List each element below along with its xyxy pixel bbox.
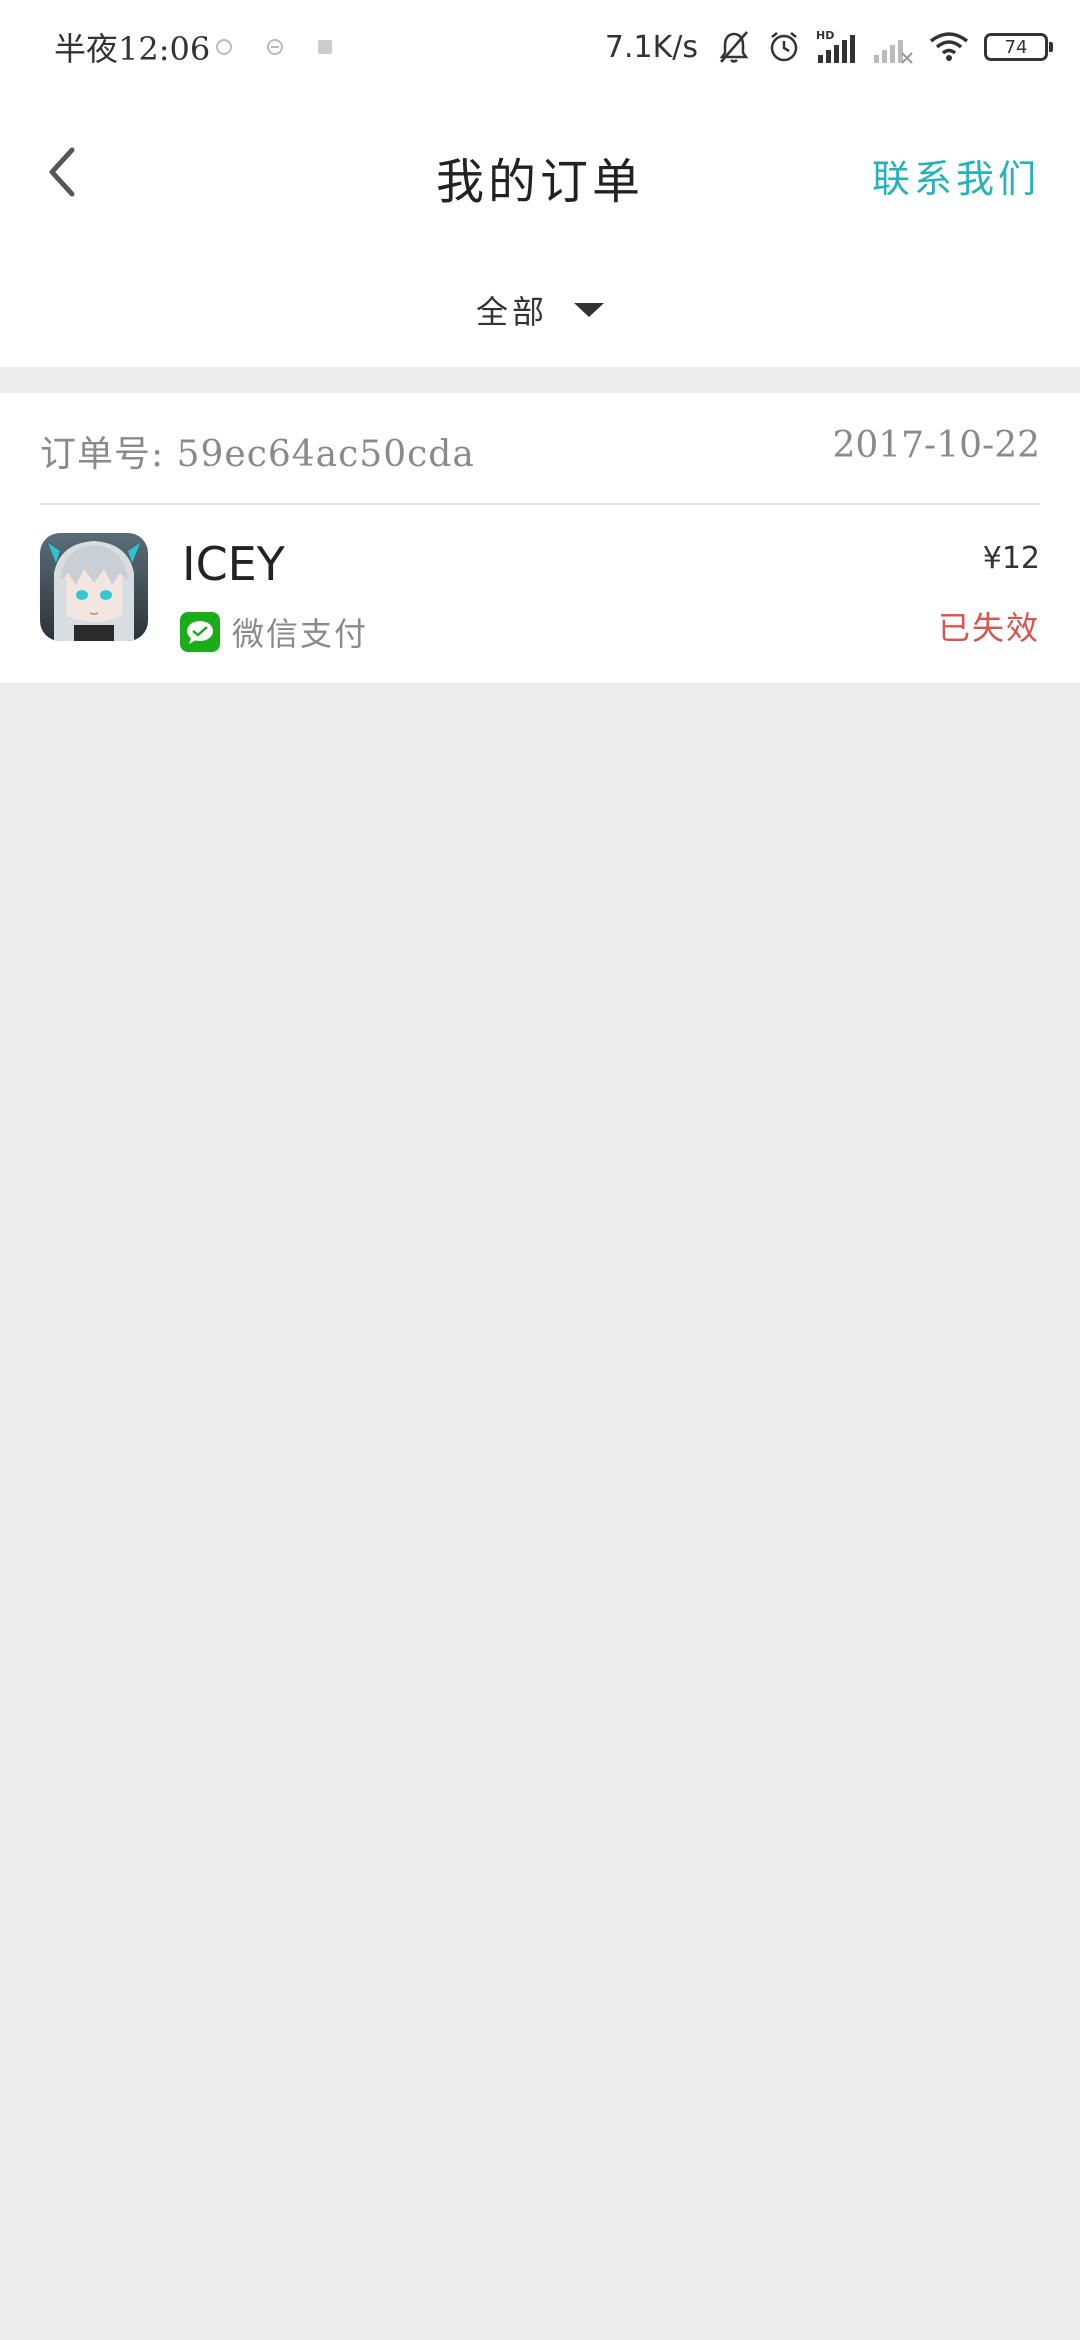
notification-icon <box>216 39 232 55</box>
mute-bell-icon <box>719 31 749 63</box>
notification-icon <box>318 40 332 54</box>
order-status: 已失效 <box>937 609 1040 647</box>
wifi-icon <box>929 32 969 61</box>
product-name: ICEY <box>182 537 285 591</box>
status-time: 半夜12:06 <box>54 30 211 68</box>
caret-down-icon <box>574 303 604 317</box>
battery-icon: 74 <box>984 33 1053 61</box>
battery-level: 74 <box>1004 36 1028 58</box>
notification-icon <box>267 39 283 55</box>
status-icons: 7.1K/s HD 74 <box>604 22 1053 72</box>
net-speed: 7.1K/s <box>604 29 698 65</box>
signal-hd-icon: HD <box>816 29 855 63</box>
order-price: ¥12 <box>982 541 1040 576</box>
order-number-value: 59ec64ac50cda <box>176 434 475 475</box>
signal-weak-icon <box>874 40 913 64</box>
app-icon <box>40 533 148 641</box>
alarm-icon <box>770 32 798 62</box>
filter-label: 全部 <box>475 293 548 331</box>
order-card[interactable]: 订单号: 59ec64ac50cda 2017-10-22 ICEY 微信支付 … <box>0 393 1080 683</box>
wechat-pay-icon <box>180 612 220 652</box>
header: 我的订单 联系我们 <box>0 120 1080 230</box>
payment-method: 微信支付 <box>180 609 368 655</box>
hd-label: HD <box>816 29 834 42</box>
status-bar: 半夜12:06 7.1K/s HD 74 <box>0 0 1080 95</box>
order-number-label: 订单号: <box>40 434 165 475</box>
icey-app-icon <box>40 533 148 641</box>
payment-label: 微信支付 <box>232 615 369 653</box>
order-number: 订单号: 59ec64ac50cda <box>40 425 475 477</box>
order-filter-dropdown[interactable]: 全部 <box>0 280 1080 340</box>
order-head: 订单号: 59ec64ac50cda 2017-10-22 <box>40 393 1040 505</box>
contact-us-link[interactable]: 联系我们 <box>872 148 1040 203</box>
order-date: 2017-10-22 <box>832 425 1040 466</box>
